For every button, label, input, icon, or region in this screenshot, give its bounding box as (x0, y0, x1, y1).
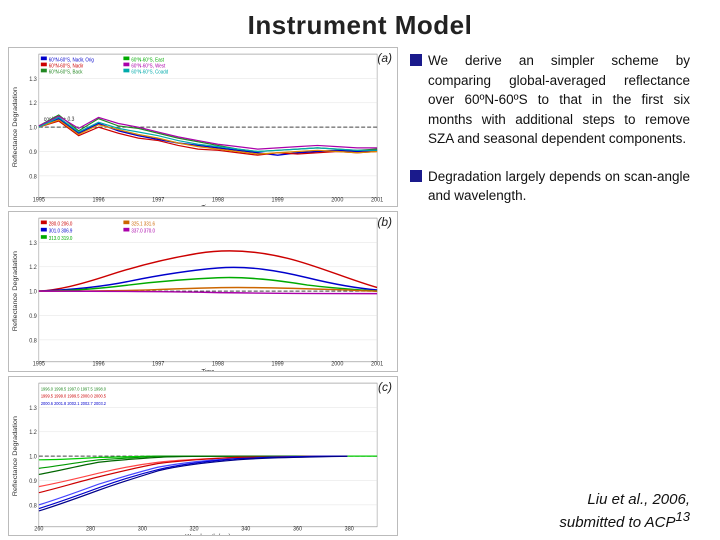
bullet-icon-2 (410, 170, 422, 182)
svg-text:Time: Time (201, 369, 214, 371)
svg-text:1996: 1996 (92, 196, 105, 204)
svg-text:380: 380 (345, 525, 355, 533)
svg-text:1997: 1997 (152, 360, 165, 368)
svg-text:Time: Time (201, 205, 214, 207)
svg-text:2000: 2000 (331, 360, 344, 368)
svg-text:0.9: 0.9 (29, 148, 37, 156)
chart-b-svg: Reflectance Degradation 1.3 1.2 1.0 0.9 … (9, 212, 397, 370)
svg-text:2000.6 2001.8 2002.1 2002.7: 2000.6 2001.8 2002.1 2002.7 2003.2 (41, 400, 107, 405)
chart-c-svg: Reflectance Degradation 1.3 1.2 1.0 0.9 … (9, 377, 397, 535)
svg-text:360: 360 (293, 525, 303, 533)
text-block-2: Degradation largely depends on scan-angl… (410, 167, 690, 210)
charts-column: (a) Reflectance Degradation 1.3 1.2 1.0 (8, 47, 398, 536)
svg-text:1.3: 1.3 (29, 404, 37, 412)
svg-text:1995: 1995 (33, 360, 46, 368)
svg-text:1.3: 1.3 (29, 240, 37, 248)
svg-text:0.8: 0.8 (29, 501, 37, 509)
svg-text:1.0: 1.0 (29, 453, 37, 461)
svg-text:337.0 370.0: 337.0 370.0 (131, 229, 155, 236)
svg-text:301.0 306.9: 301.0 306.9 (49, 229, 73, 236)
svg-text:Wavelength (nm): Wavelength (nm) (185, 533, 230, 535)
svg-text:60°N-60°S, Coadd: 60°N-60°S, Coadd (131, 69, 168, 76)
chart-a: (a) Reflectance Degradation 1.3 1.2 1.0 (8, 47, 398, 207)
svg-text:1999: 1999 (272, 196, 285, 204)
svg-text:2001: 2001 (371, 360, 384, 368)
svg-text:1997: 1997 (152, 196, 165, 204)
svg-text:300: 300 (138, 525, 148, 533)
svg-text:340: 340 (241, 525, 251, 533)
chart-c: (c) Reflectance Degradation 1.3 1.2 1.0 … (8, 376, 398, 536)
svg-text:1998: 1998 (212, 196, 225, 204)
page-title: Instrument Model (0, 0, 720, 47)
chart-b: (b) Reflectance Degradation 1.3 1.2 1.0 … (8, 211, 398, 371)
text-block-1: We derive an simpler scheme by comparing… (410, 51, 690, 153)
svg-text:1999: 1999 (272, 360, 285, 368)
page: Instrument Model (a) Reflectance Degrada… (0, 0, 720, 540)
bullet-text-2: Degradation largely depends on scan-angl… (428, 167, 690, 206)
svg-text:1.0: 1.0 (29, 288, 37, 296)
svg-text:325.1 331.6: 325.1 331.6 (131, 221, 155, 228)
bullet-text-1: We derive an simpler scheme by comparing… (428, 51, 690, 149)
svg-text:1996: 1996 (92, 360, 105, 368)
bullet-row-2: Degradation largely depends on scan-angl… (410, 167, 690, 206)
citation-label: Liu et al., 2006,submitted to ACP (559, 491, 690, 531)
svg-text:1.2: 1.2 (29, 428, 37, 436)
citation-superscript: 13 (676, 509, 690, 524)
svg-text:280: 280 (86, 525, 96, 533)
svg-text:Reflectance Degradation: Reflectance Degradation (12, 251, 18, 332)
svg-text:1999.5 1999.0 1999.5 2000.0: 1999.5 1999.0 1999.5 2000.0 2000.5 (41, 393, 107, 398)
svg-text:1.2: 1.2 (29, 264, 37, 272)
svg-text:1998: 1998 (212, 360, 225, 368)
chart-b-label: (b) (377, 215, 392, 229)
text-column: We derive an simpler scheme by comparing… (404, 47, 694, 536)
citation-block: Liu et al., 2006,submitted to ACP13 (410, 481, 690, 532)
chart-c-label: (c) (378, 380, 392, 394)
svg-text:2000: 2000 (331, 196, 344, 204)
svg-text:Reflectance Degradation: Reflectance Degradation (12, 87, 18, 168)
svg-text:0.9: 0.9 (29, 313, 37, 321)
svg-text:1995: 1995 (33, 196, 46, 204)
svg-text:1996.0 1998.5 1997.0 1997.5: 1996.0 1998.5 1997.0 1997.5 1998.0 (41, 386, 107, 391)
svg-text:Reflectance Degradation: Reflectance Degradation (12, 415, 18, 496)
svg-text:313.0 319.0: 313.0 319.0 (49, 236, 73, 243)
svg-text:1.0: 1.0 (29, 124, 37, 132)
svg-text:60°N-60°S, Back: 60°N-60°S, Back (49, 69, 83, 76)
svg-text:1.3: 1.3 (29, 75, 37, 83)
svg-text:0.8: 0.8 (29, 337, 37, 345)
svg-text:0.9: 0.9 (29, 477, 37, 485)
svg-text:1.2: 1.2 (29, 100, 37, 108)
svg-text:280.0 206.0: 280.0 206.0 (49, 221, 73, 228)
svg-text:0.8: 0.8 (29, 173, 37, 181)
svg-text:2001: 2001 (371, 196, 384, 204)
bullet-row-1: We derive an simpler scheme by comparing… (410, 51, 690, 149)
citation-text: Liu et al., 2006,submitted to ACP13 (559, 491, 690, 531)
chart-a-svg: Reflectance Degradation 1.3 1.2 1.0 0.9 … (9, 48, 397, 206)
content-area: (a) Reflectance Degradation 1.3 1.2 1.0 (0, 47, 720, 540)
svg-text:320: 320 (189, 525, 199, 533)
chart-a-label: (a) (377, 51, 392, 65)
bullet-icon-1 (410, 54, 422, 66)
svg-text:260: 260 (34, 525, 44, 533)
